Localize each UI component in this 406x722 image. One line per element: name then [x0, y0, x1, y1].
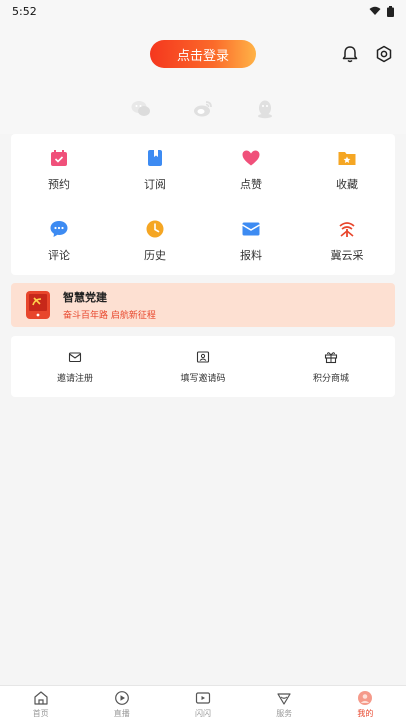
- qq-icon[interactable]: [253, 97, 277, 121]
- header: 点击登录: [0, 22, 406, 84]
- home-icon: [33, 690, 48, 705]
- gift-icon: [324, 352, 338, 364]
- status-time: 5:52: [12, 4, 37, 18]
- tab-mine[interactable]: 我的: [325, 686, 406, 722]
- invite-register-item[interactable]: 邀请注册: [11, 336, 139, 397]
- wechat-icon[interactable]: [129, 97, 153, 121]
- calendar-icon: [51, 150, 67, 166]
- comment-icon: [50, 220, 68, 237]
- tab-service[interactable]: 服务: [244, 686, 325, 722]
- id-card-icon: [196, 351, 210, 363]
- envelope-icon: [68, 352, 82, 363]
- wifi-icon: [369, 6, 381, 15]
- enter-invite-code-item[interactable]: 填写邀请码: [139, 336, 267, 397]
- grid-item-comments[interactable]: 评论: [11, 205, 107, 275]
- status-bar: 5:52: [0, 0, 406, 22]
- tab-shanshan[interactable]: 闪闪: [162, 686, 243, 722]
- grid-item-like[interactable]: 点赞: [203, 134, 299, 204]
- smart-party-banner[interactable]: 智慧党建 奋斗百年路 启航新征程: [11, 283, 395, 327]
- heart-icon: [242, 150, 260, 166]
- folder-star-icon: [338, 152, 356, 165]
- login-button[interactable]: 点击登录: [150, 40, 256, 68]
- play-icon: [114, 690, 129, 705]
- battery-icon: [387, 5, 394, 17]
- function-grid-card: 预约 订阅 点赞 收藏 评论 历史 报料 冀云采: [11, 134, 395, 275]
- grid-item-reservation[interactable]: 预约: [11, 134, 107, 204]
- mail-icon: [242, 222, 260, 235]
- clock-icon: [146, 220, 164, 237]
- grid-item-report[interactable]: 报料: [203, 205, 299, 275]
- points-mall-item[interactable]: 积分商城: [267, 336, 395, 397]
- invite-card: 邀请注册 填写邀请码 积分商城: [11, 336, 395, 397]
- service-icon: [277, 692, 291, 705]
- video-icon: [195, 691, 211, 704]
- bell-icon[interactable]: [340, 44, 360, 64]
- avatar-icon: [358, 690, 373, 705]
- bottom-tab-bar: 首页 直播 闪闪 服务 我的: [0, 685, 406, 722]
- tab-home[interactable]: 首页: [0, 686, 81, 722]
- jiyuncai-icon: [339, 221, 355, 237]
- social-login-row: [0, 84, 406, 134]
- party-emblem-icon: [26, 291, 50, 319]
- banner-title: 智慧党建: [63, 291, 107, 304]
- grid-item-subscribe[interactable]: 订阅: [107, 134, 203, 204]
- banner-subtitle: 奋斗百年路 启航新征程: [63, 311, 156, 321]
- book-icon: [148, 150, 162, 166]
- grid-item-history[interactable]: 历史: [107, 205, 203, 275]
- weibo-icon[interactable]: [191, 97, 215, 121]
- settings-icon[interactable]: [374, 44, 394, 64]
- tab-live[interactable]: 直播: [81, 686, 162, 722]
- grid-item-jiyuncai[interactable]: 冀云采: [299, 205, 395, 275]
- grid-item-favorites[interactable]: 收藏: [299, 134, 395, 204]
